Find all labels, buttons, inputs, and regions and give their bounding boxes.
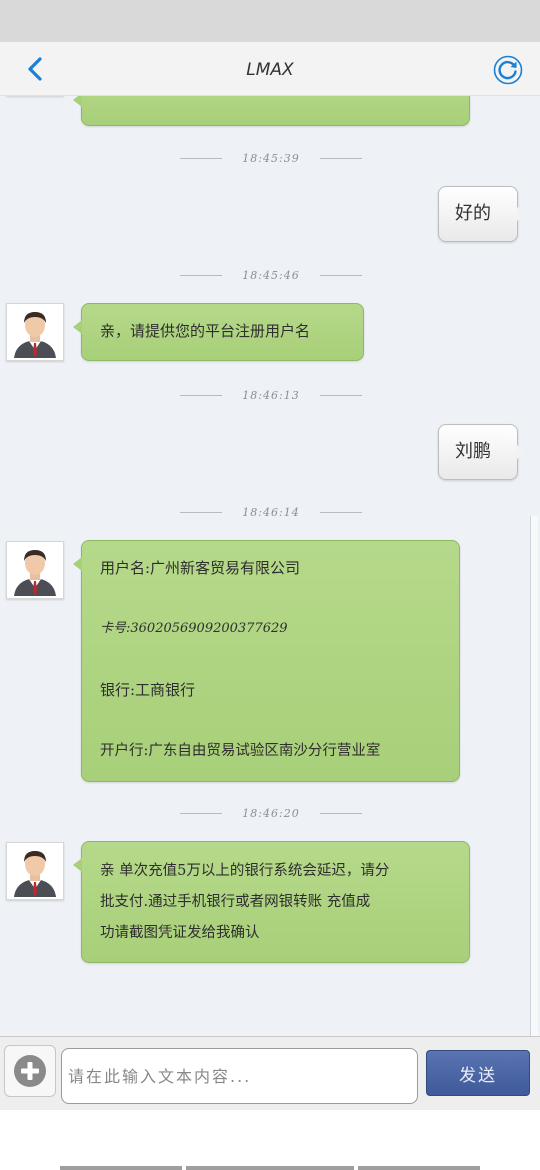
- message-text: 刘鹏: [455, 441, 491, 462]
- message-outgoing: 好的: [438, 186, 526, 242]
- status-bar: [0, 0, 540, 42]
- timestamp: 18:46:13: [242, 388, 300, 402]
- message-text: 用户名:广州新客贸易有限公司: [100, 559, 301, 577]
- attach-button[interactable]: [4, 1045, 56, 1097]
- chevron-left-icon: [28, 57, 42, 81]
- agent-avatar-icon: [14, 550, 56, 596]
- timestamp: 18:46:20: [242, 806, 300, 820]
- timestamp: 18:46:14: [242, 505, 300, 519]
- bottom-blank-area: [0, 1110, 540, 1170]
- message-outgoing: 刘鹏: [438, 424, 526, 480]
- agent-avatar-icon: [14, 312, 56, 358]
- refresh-button[interactable]: [492, 54, 524, 86]
- message-text: 亲 单次充值5万以上的银行系统会延迟，请分: [100, 863, 390, 879]
- page-title: LMAX: [246, 60, 294, 80]
- message-text: 批支付.通过手机银行或者网银转账 充值成: [100, 894, 371, 910]
- timestamp-divider: 18:46:13: [180, 385, 362, 405]
- timestamp-divider: 18:46:14: [180, 502, 362, 522]
- message-incoming: 亲，请提供您的平台注册用户名: [73, 303, 364, 361]
- message-incoming: 用户名:广州新客贸易有限公司 卡号:3602056909200377629 银行…: [73, 540, 460, 782]
- avatar: [6, 842, 64, 900]
- timestamp-divider: 18:46:20: [180, 803, 362, 823]
- scrollbar[interactable]: [530, 516, 538, 1036]
- avatar: [6, 303, 64, 361]
- message-text: 亲，请提供您的平台注册用户名: [100, 322, 311, 340]
- message-text: 银行:工商银行: [100, 681, 196, 699]
- nav-indicator: [186, 1166, 354, 1170]
- message-incoming: 亲 单次充值5万以上的银行系统会延迟，请分 批支付.通过手机银行或者网银转账 充…: [73, 841, 470, 963]
- timestamp-divider: 18:45:39: [180, 148, 362, 168]
- back-button[interactable]: [20, 54, 50, 84]
- nav-indicator: [358, 1166, 480, 1170]
- send-button[interactable]: 发送: [426, 1050, 530, 1096]
- top-nav-bar: LMAX: [0, 42, 540, 96]
- message-input[interactable]: [61, 1048, 418, 1104]
- input-toolbar: 发送: [0, 1036, 540, 1110]
- plus-circle-icon: [14, 1055, 46, 1087]
- message-text: 守: [102, 96, 117, 104]
- agent-avatar-icon: [14, 851, 56, 897]
- nav-indicator: [60, 1166, 182, 1170]
- timestamp: 18:45:46: [242, 268, 300, 282]
- message-incoming: 守: [73, 96, 470, 126]
- message-text: 好的: [455, 203, 491, 224]
- timestamp: 18:45:39: [242, 151, 300, 165]
- chat-area[interactable]: 守 18:45:39 好的 18:45:46 亲，请提供您的平台注册用户名 18…: [0, 96, 540, 1036]
- send-button-label: 发送: [459, 1065, 497, 1086]
- message-text: 功请截图凭证发给我确认: [100, 925, 260, 941]
- message-text: 卡号:3602056909200377629: [100, 621, 288, 636]
- timestamp-divider: 18:45:46: [180, 265, 362, 285]
- avatar: [6, 541, 64, 599]
- refresh-icon: [493, 55, 523, 85]
- message-text: 开户行:广东自由贸易试验区南沙分行营业室: [100, 743, 381, 759]
